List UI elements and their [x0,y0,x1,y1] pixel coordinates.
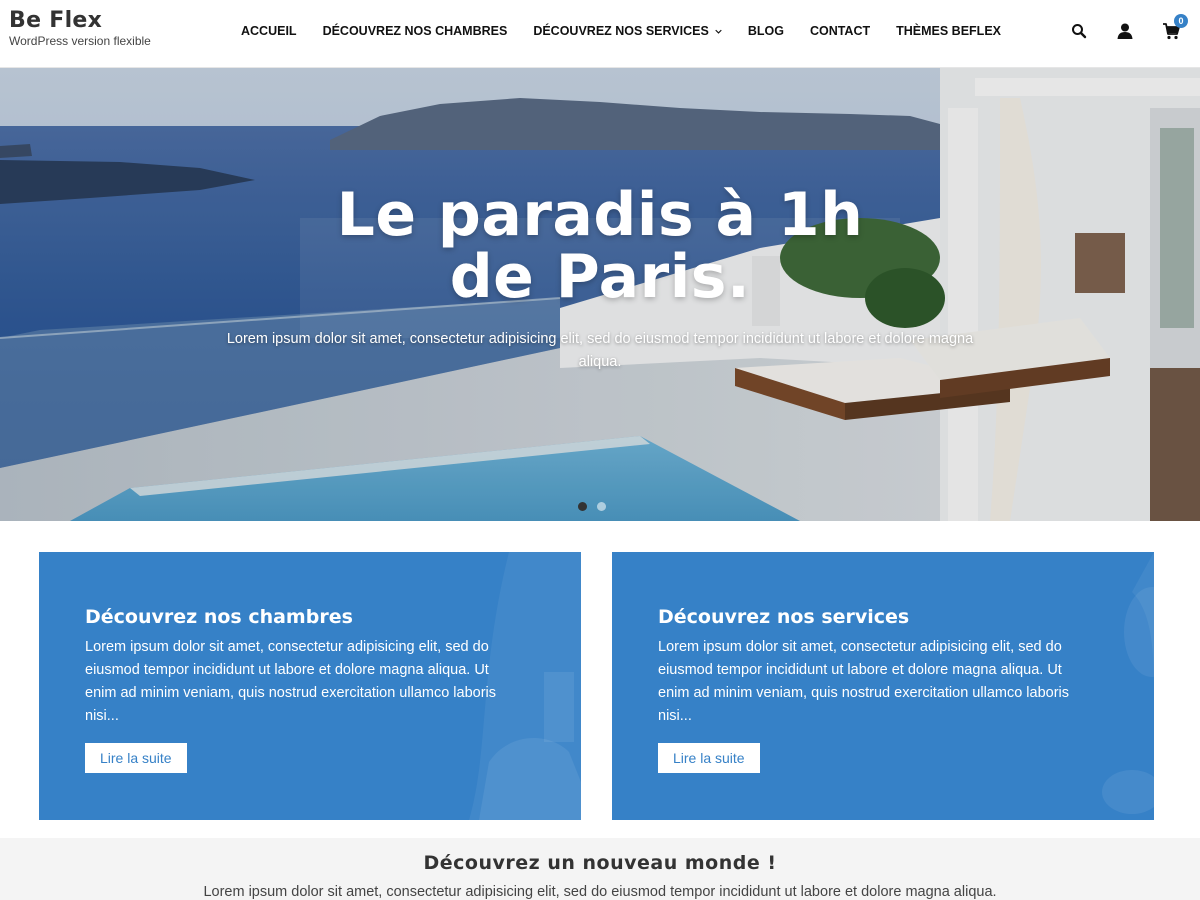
card-services: Découvrez nos services Lorem ipsum dolor… [612,552,1154,820]
slider-dot-2[interactable] [597,502,606,511]
discover-section-text: Lorem ipsum dolor sit amet, consectetur … [203,884,997,900]
hero-subtitle: Lorem ipsum dolor sit amet, consectetur … [226,331,974,370]
chevron-down-icon [715,29,722,34]
hero-title: Le paradis à 1h de Paris. [336,180,864,312]
nav-item-accueil[interactable]: ACCUEIL [228,24,310,38]
cart-button[interactable]: 0 [1162,14,1188,40]
card-chambres-text: Lorem ipsum dolor sit amet, consectetur … [85,639,497,724]
nav-item-contact[interactable]: CONTACT [797,24,883,38]
search-button[interactable] [1070,22,1088,40]
site-header: Be Flex WordPress version flexible ACCUE… [0,0,1200,68]
card-services-content: Découvrez nos services Lorem ipsum dolor… [658,604,1088,773]
site-brand[interactable]: Be Flex WordPress version flexible [9,8,151,48]
card-chambres-title: Découvrez nos chambres [85,606,353,628]
cart-count-badge: 0 [1174,14,1188,28]
discover-section: Découvrez un nouveau monde ! Lorem ipsum… [0,838,1200,900]
nav-item-chambres[interactable]: DÉCOUVREZ NOS CHAMBRES [310,24,521,38]
site-title[interactable]: Be Flex [9,8,151,34]
card-services-title: Découvrez nos services [658,606,910,628]
nav-item-themes[interactable]: THÈMES BEFLEX [883,24,1014,38]
nav-item-blog[interactable]: BLOG [735,24,797,38]
discover-section-title: Découvrez un nouveau monde ! [423,852,777,874]
account-button[interactable] [1116,22,1134,40]
site-tagline: WordPress version flexible [9,34,151,48]
nav-item-services-label: DÉCOUVREZ NOS SERVICES [533,24,709,38]
header-tools: 0 [1070,14,1188,40]
card-services-text: Lorem ipsum dolor sit amet, consectetur … [658,639,1070,724]
card-chambres: Découvrez nos chambres Lorem ipsum dolor… [39,552,581,820]
card-chambres-read-more-button[interactable]: Lire la suite [85,743,187,773]
hero-content: Le paradis à 1h de Paris. Lorem ipsum do… [0,184,1200,374]
card-services-read-more-button[interactable]: Lire la suite [658,743,760,773]
nav-item-services[interactable]: DÉCOUVREZ NOS SERVICES [520,24,735,38]
user-icon [1117,23,1133,39]
slider-dots [578,502,606,511]
slider-dot-1[interactable] [578,502,587,511]
hero-slider: Le paradis à 1h de Paris. Lorem ipsum do… [0,68,1200,521]
card-chambres-content: Découvrez nos chambres Lorem ipsum dolor… [85,604,515,773]
search-icon [1072,24,1087,39]
main-nav: ACCUEIL DÉCOUVREZ NOS CHAMBRES DÉCOUVREZ… [228,24,1014,38]
